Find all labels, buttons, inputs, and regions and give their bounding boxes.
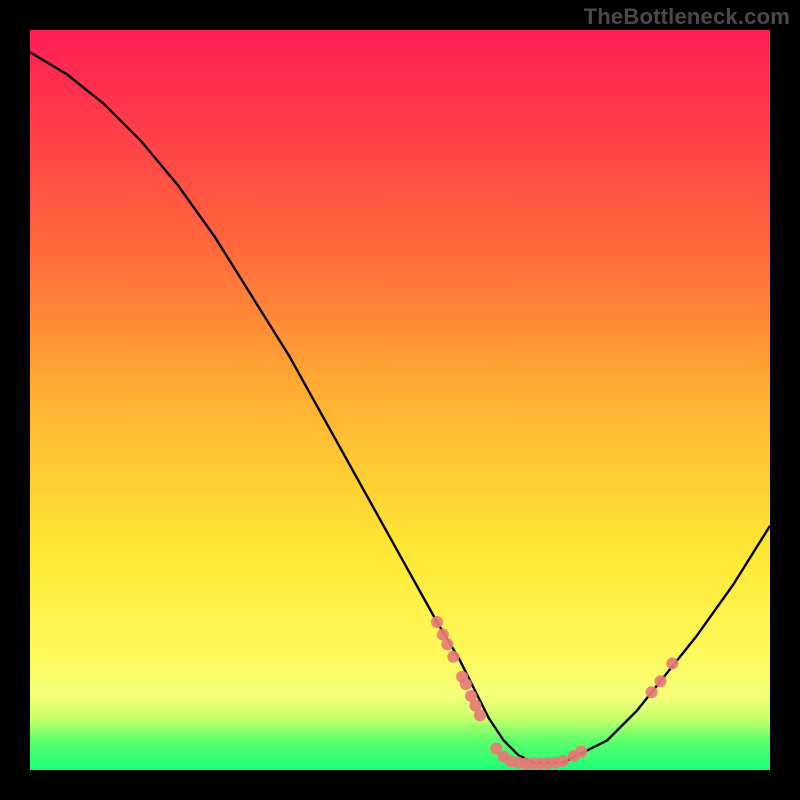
plot-area [30, 30, 770, 770]
sample-point [474, 709, 486, 721]
sample-point [460, 678, 472, 690]
chart-frame: TheBottleneck.com [0, 0, 800, 800]
sample-point [654, 675, 666, 687]
sample-points [431, 616, 678, 769]
sample-point [431, 616, 443, 628]
bottleneck-curve [30, 52, 770, 762]
watermark-text: TheBottleneck.com [584, 4, 790, 30]
sample-point [666, 657, 678, 669]
sample-point [557, 755, 569, 767]
curve-layer [30, 30, 770, 770]
sample-point [447, 651, 459, 663]
sample-point [646, 686, 658, 698]
sample-point [575, 746, 587, 758]
sample-point [441, 638, 453, 650]
